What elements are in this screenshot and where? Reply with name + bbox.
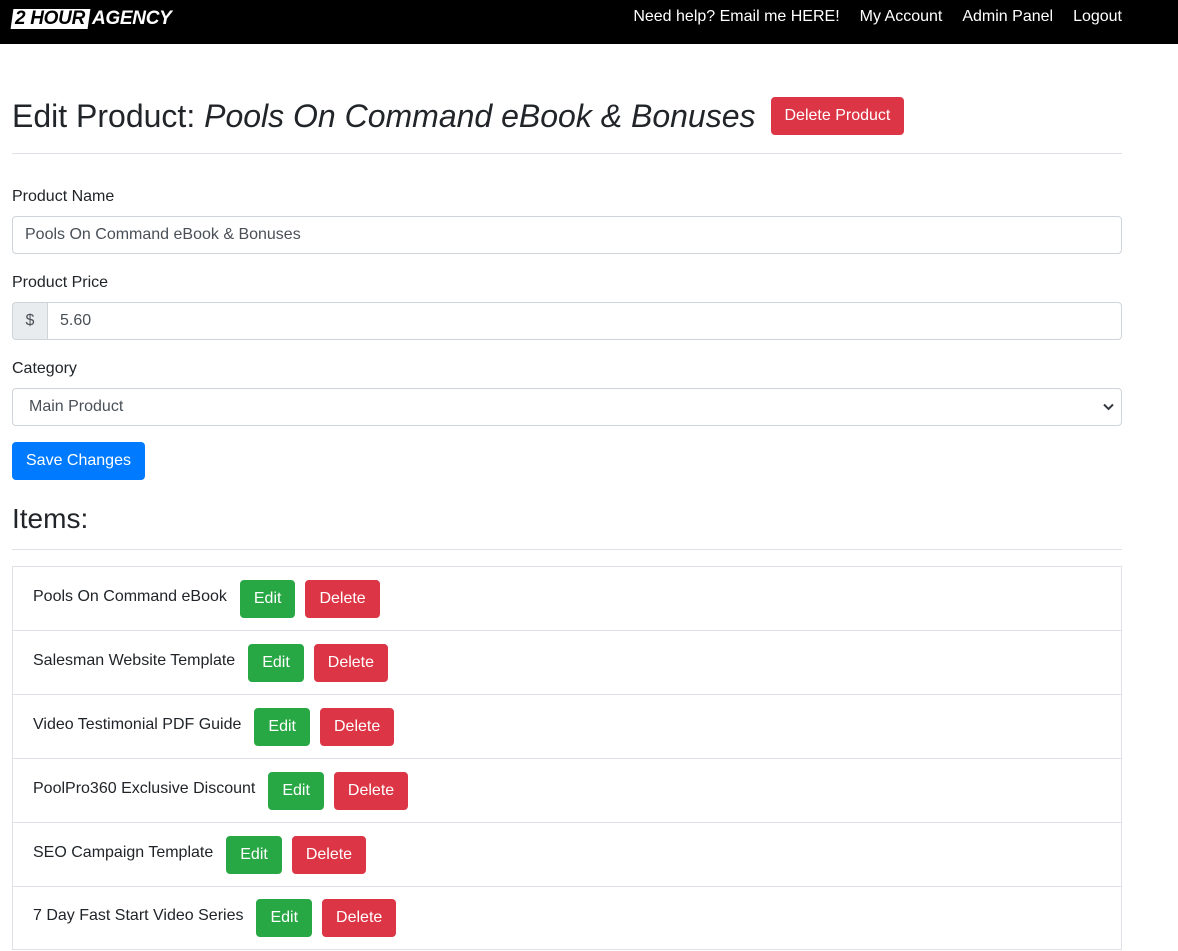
brand-logo[interactable]: 2 HOUR AGENCY xyxy=(10,8,172,29)
edit-item-button[interactable]: Edit xyxy=(256,899,313,937)
delete-item-button[interactable]: Delete xyxy=(305,579,380,618)
category-select[interactable]: Main Product xyxy=(12,388,1122,426)
logo-box: 2 HOUR xyxy=(10,8,91,29)
product-name-value: Pools On Command eBook & Bonuses xyxy=(25,226,301,243)
edit-item-button[interactable]: Edit xyxy=(239,579,296,618)
category-selected-value: Main Product xyxy=(29,398,124,415)
product-price-value: 5.60 xyxy=(60,312,92,329)
save-changes-button[interactable]: Save Changes xyxy=(12,442,145,480)
items-list: Pools On Command eBook Edit Delete Sales… xyxy=(12,566,1122,950)
edit-item-button[interactable]: Edit xyxy=(268,771,324,810)
divider xyxy=(12,549,1122,550)
list-item: Video Testimonial PDF Guide Edit Delete xyxy=(12,694,1122,758)
item-name: Salesman Website Template xyxy=(33,651,236,669)
item-name: PoolPro360 Exclusive Discount xyxy=(33,779,256,797)
item-name: 7 Day Fast Start Video Series xyxy=(33,907,244,924)
edit-item-button[interactable]: Edit xyxy=(248,643,304,682)
page-title: Edit Product: Pools On Command eBook & B… xyxy=(12,97,756,135)
product-price-input[interactable]: 5.60 xyxy=(47,302,1122,340)
currency-addon: $ xyxy=(12,302,47,340)
nav-admin-panel-link[interactable]: Admin Panel xyxy=(962,8,1053,26)
edit-item-button[interactable]: Edit xyxy=(226,835,282,874)
list-item: Pools On Command eBook Edit Delete xyxy=(12,566,1122,630)
delete-item-button[interactable]: Delete xyxy=(322,899,397,937)
category-label: Category xyxy=(12,360,77,377)
product-name-label: Product Name xyxy=(12,188,115,205)
item-name: Pools On Command eBook xyxy=(33,587,227,605)
nav-logout-link[interactable]: Logout xyxy=(1073,8,1122,26)
divider xyxy=(12,153,1122,154)
item-name: SEO Campaign Template xyxy=(33,843,214,861)
nav-links: Need help? Email me HERE! My Account Adm… xyxy=(633,0,1122,34)
list-item: PoolPro360 Exclusive Discount Edit Delet… xyxy=(12,758,1122,822)
chevron-down-icon xyxy=(1101,400,1115,414)
delete-item-button[interactable]: Delete xyxy=(333,771,409,810)
page-title-prefix: Edit Product: xyxy=(12,98,196,134)
list-item: Salesman Website Template Edit Delete xyxy=(12,630,1122,694)
product-price-group: $ 5.60 xyxy=(12,302,1122,340)
page-title-product-name: Pools On Command eBook & Bonuses xyxy=(204,98,756,134)
delete-item-button[interactable]: Delete xyxy=(319,707,395,746)
list-item: SEO Campaign Template Edit Delete xyxy=(12,822,1122,886)
product-price-label: Product Price xyxy=(12,274,109,291)
delete-product-button[interactable]: Delete Product xyxy=(770,97,905,135)
list-item: 7 Day Fast Start Video Series Edit Delet… xyxy=(12,886,1122,950)
delete-item-button[interactable]: Delete xyxy=(313,643,389,682)
nav-my-account-link[interactable]: My Account xyxy=(860,8,943,26)
item-name: Video Testimonial PDF Guide xyxy=(33,715,242,733)
top-navbar: 2 HOUR AGENCY Need help? Email me HERE! … xyxy=(0,0,1178,44)
delete-item-button[interactable]: Delete xyxy=(291,835,367,874)
logo-text: AGENCY xyxy=(92,8,172,29)
product-name-input[interactable]: Pools On Command eBook & Bonuses xyxy=(12,216,1122,254)
title-row: Edit Product: Pools On Command eBook & B… xyxy=(12,97,905,135)
edit-item-button[interactable]: Edit xyxy=(254,707,310,746)
nav-help-link[interactable]: Need help? Email me HERE! xyxy=(633,8,839,26)
items-heading: Items: xyxy=(12,503,89,534)
